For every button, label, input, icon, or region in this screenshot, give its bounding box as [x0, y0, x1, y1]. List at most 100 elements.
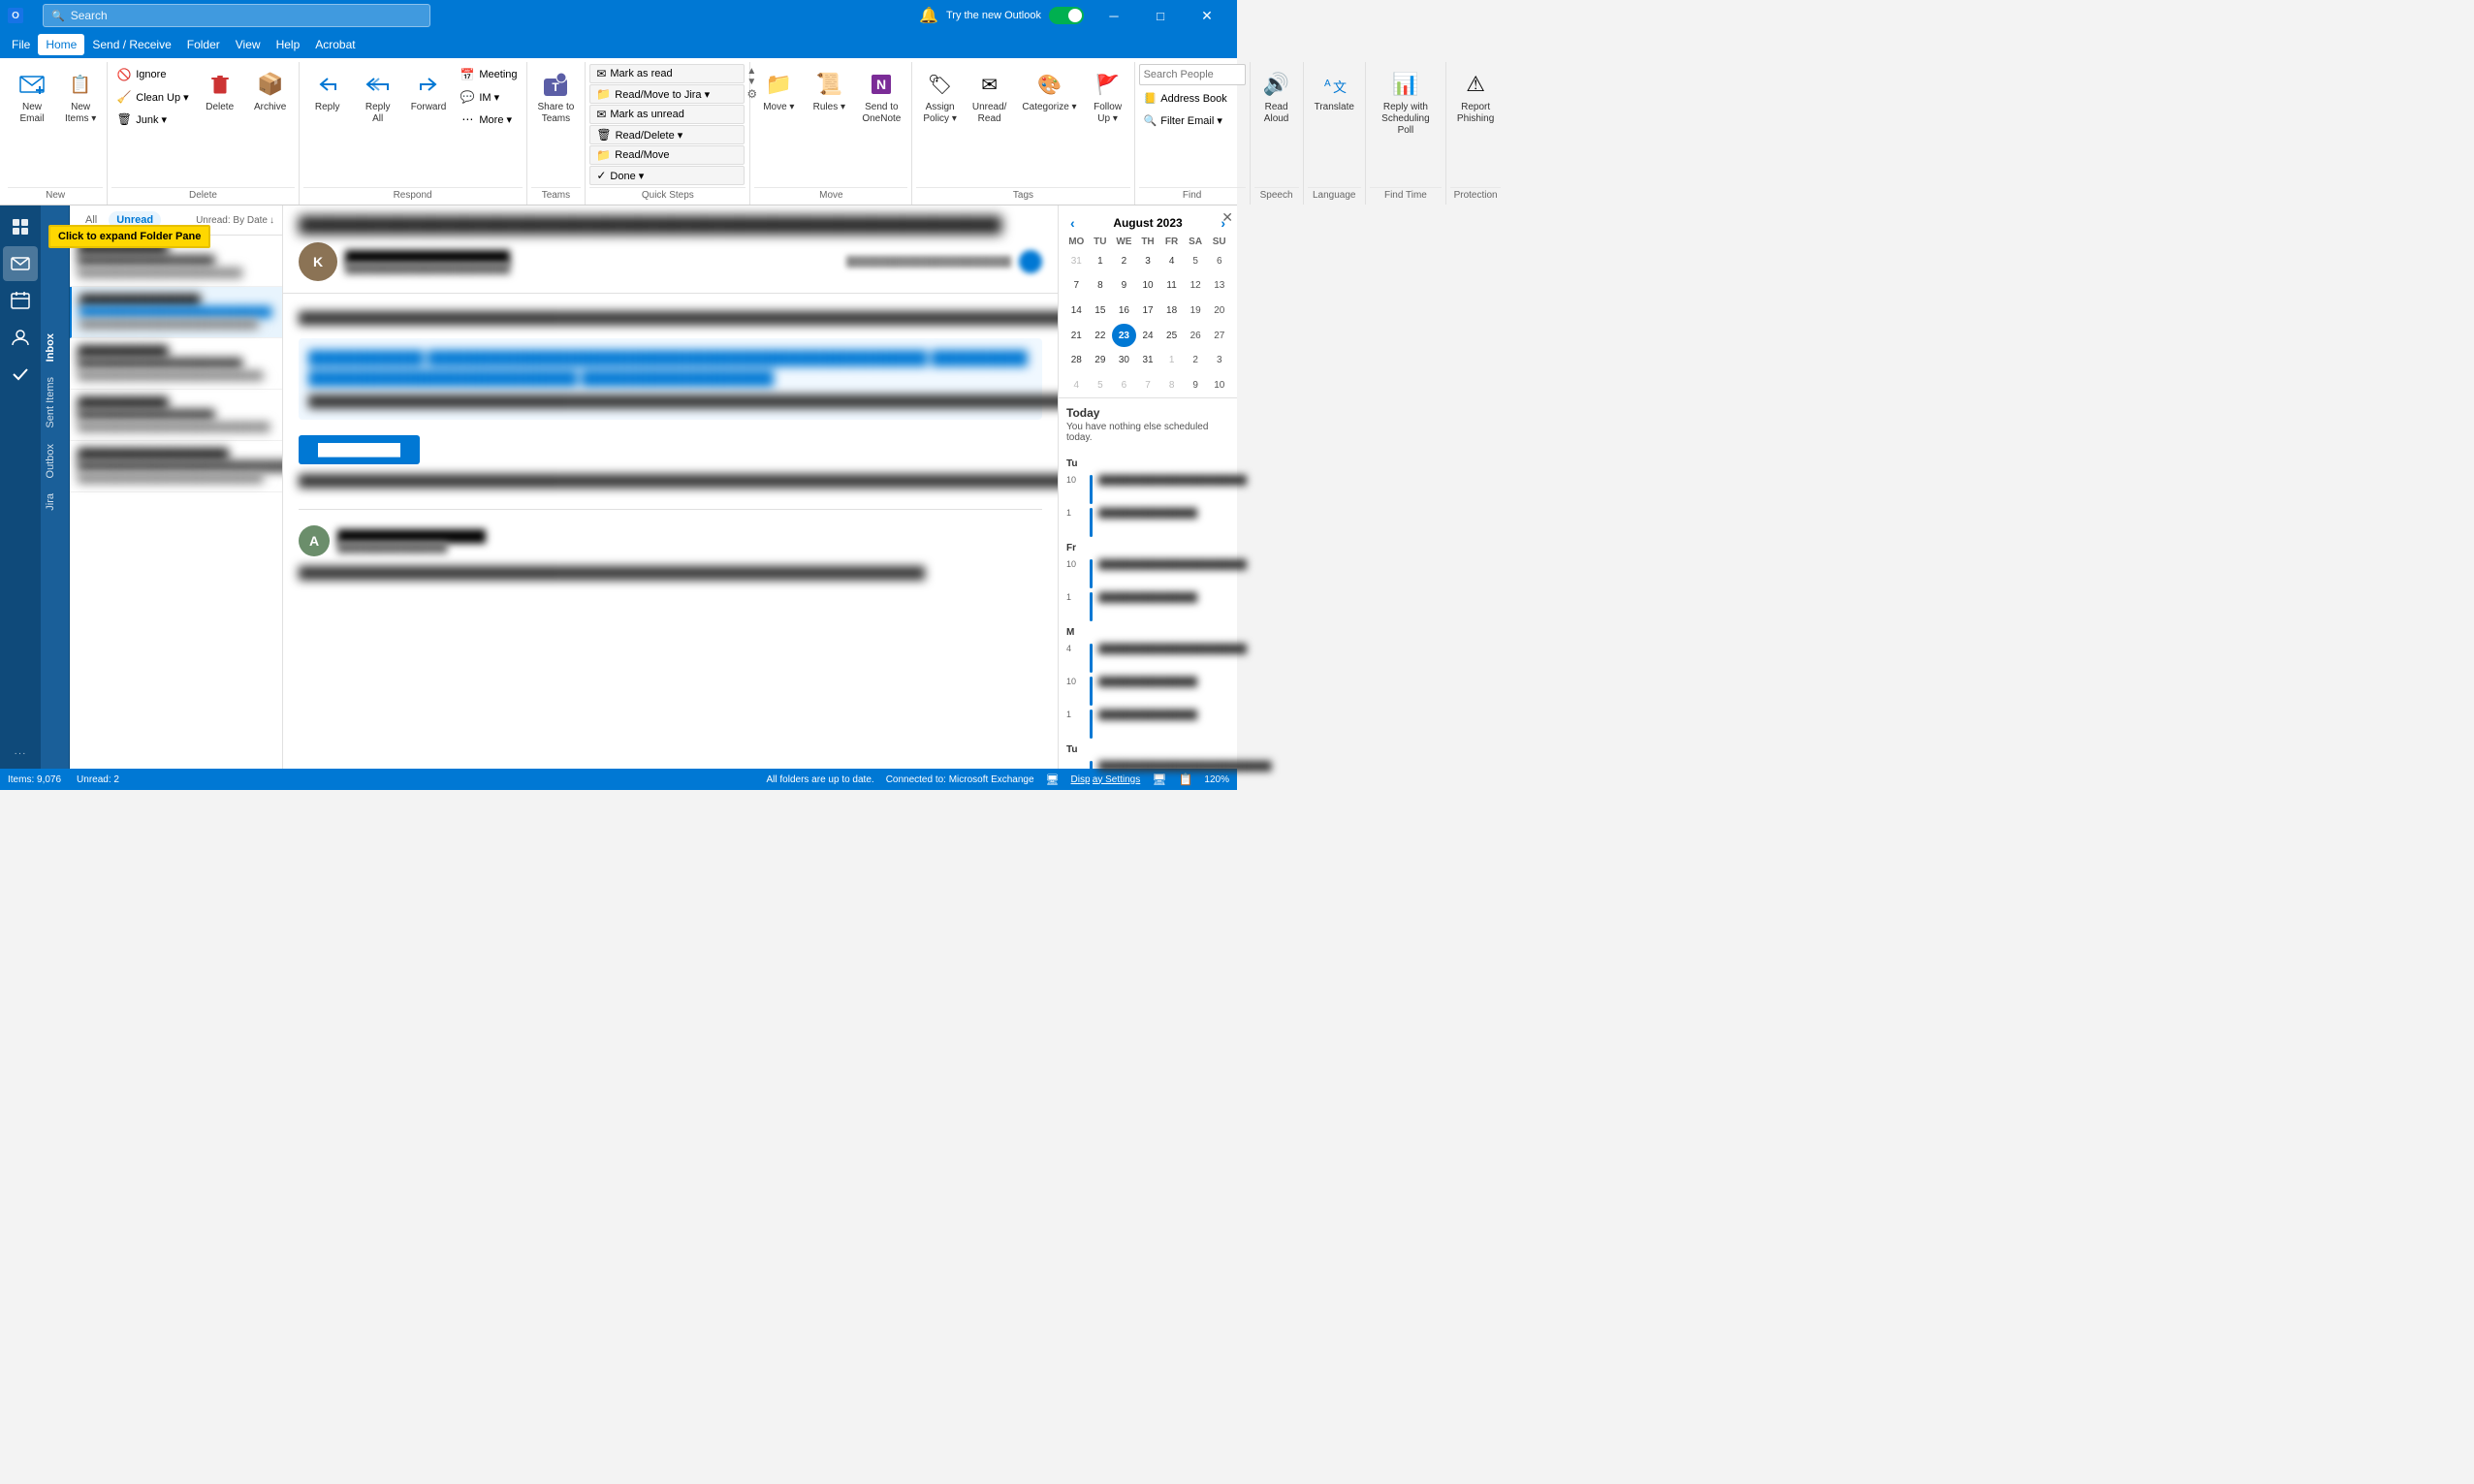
qs-read-move[interactable]: 📁 Read/Move	[589, 145, 745, 165]
cal-day-5[interactable]: 5	[1184, 249, 1208, 273]
reply-all-button[interactable]: ReplyAll	[354, 64, 402, 130]
folder-tab-sent[interactable]: Sent Items	[41, 369, 69, 436]
send-to-onenote-button[interactable]: N Send toOneNote	[855, 64, 907, 130]
address-book-button[interactable]: 📒 Address Book	[1139, 89, 1232, 108]
cal-day-10[interactable]: 10	[1136, 274, 1160, 299]
folder-tab-outbox[interactable]: Outbox	[41, 436, 69, 486]
scheduling-poll-button[interactable]: 📊 Reply withScheduling Poll	[1370, 64, 1442, 142]
cal-day-2[interactable]: 2	[1112, 249, 1136, 273]
cal-day-18[interactable]: 18	[1159, 299, 1184, 323]
cal-day-23-today[interactable]: 23	[1112, 324, 1136, 348]
cal-day-7-next[interactable]: 7	[1136, 373, 1160, 397]
cal-day-27[interactable]: 27	[1207, 324, 1231, 348]
cal-day-15[interactable]: 15	[1089, 299, 1113, 323]
archive-button[interactable]: 📦 Archive	[246, 64, 295, 118]
share-to-teams-button[interactable]: T Share toTeams	[531, 64, 582, 130]
categorize-button[interactable]: 🎨 Categorize ▾	[1015, 64, 1083, 118]
maximize-button[interactable]: □	[1138, 0, 1183, 31]
calendar-close-button[interactable]: ✕	[1221, 209, 1233, 226]
folder-tab-inbox[interactable]: Inbox	[41, 326, 69, 369]
cal-day-8-next[interactable]: 8	[1159, 373, 1184, 397]
menu-folder[interactable]: Folder	[179, 34, 228, 55]
cal-day-14[interactable]: 14	[1064, 299, 1089, 323]
menu-file[interactable]: File	[4, 34, 38, 55]
qs-mark-as-read[interactable]: ✉ Mark as read	[589, 64, 745, 83]
cal-day-31-prev[interactable]: 31	[1064, 249, 1089, 273]
title-search-bar[interactable]: 🔍 Search	[43, 4, 430, 27]
cal-day-8[interactable]: 8	[1089, 274, 1113, 299]
qs-mark-unread[interactable]: ✉ Mark as unread	[589, 105, 745, 124]
nav-outlook-button[interactable]	[3, 209, 38, 244]
cal-day-4-next[interactable]: 4	[1064, 373, 1089, 397]
reply-button[interactable]: Reply	[303, 64, 352, 118]
menu-acrobat[interactable]: Acrobat	[307, 34, 363, 55]
filter-email-button[interactable]: 🔍 Filter Email ▾	[1139, 111, 1227, 130]
folder-tab-jira[interactable]: Jira	[41, 486, 69, 519]
rules-button[interactable]: 📜 Rules ▾	[805, 64, 853, 118]
folder-pane[interactable]: Click to expand Folder Pane Inbox Sent I…	[41, 205, 70, 769]
cal-day-6-next[interactable]: 6	[1112, 373, 1136, 397]
nav-tasks-button[interactable]	[3, 357, 38, 392]
cal-day-1-next[interactable]: 1	[1159, 348, 1184, 372]
qs-done[interactable]: ✓ Done ▾	[589, 166, 745, 185]
cta-button[interactable]: ██████████	[299, 435, 420, 464]
email-item-5[interactable]: ████████████████████ ███████████████████…	[70, 441, 282, 492]
translate-button[interactable]: A文 Translate	[1308, 64, 1361, 118]
new-outlook-toggle[interactable]	[1049, 7, 1084, 24]
cal-day-6[interactable]: 6	[1207, 249, 1231, 273]
cal-day-17[interactable]: 17	[1136, 299, 1160, 323]
cal-day-1[interactable]: 1	[1089, 249, 1113, 273]
cal-day-24[interactable]: 24	[1136, 324, 1160, 348]
cal-day-31[interactable]: 31	[1136, 348, 1160, 372]
cal-day-19[interactable]: 19	[1184, 299, 1208, 323]
cal-day-3[interactable]: 3	[1136, 249, 1160, 273]
cal-day-30[interactable]: 30	[1112, 348, 1136, 372]
cal-day-2-next[interactable]: 2	[1184, 348, 1208, 372]
notification-icon[interactable]: 🔔	[919, 6, 938, 25]
search-people-input[interactable]	[1139, 64, 1246, 85]
cal-day-5-next[interactable]: 5	[1089, 373, 1113, 397]
follow-up-button[interactable]: 🚩 FollowUp ▾	[1086, 64, 1130, 130]
email-item-4[interactable]: ████████████ ████████████████████ ██████…	[70, 390, 282, 441]
expand-folder-pane-tooltip[interactable]: Click to expand Folder Pane	[48, 225, 210, 248]
assign-policy-button[interactable]: 🏷 AssignPolicy ▾	[916, 64, 963, 130]
nav-calendar-button[interactable]	[3, 283, 38, 318]
cal-day-20[interactable]: 20	[1207, 299, 1231, 323]
cal-day-22[interactable]: 22	[1089, 324, 1113, 348]
email-item-3[interactable]: ████████████ ████████████████████████ ██…	[70, 338, 282, 390]
cal-day-4[interactable]: 4	[1159, 249, 1184, 273]
nav-mail-button[interactable]	[3, 246, 38, 281]
cal-day-9[interactable]: 9	[1112, 274, 1136, 299]
unread-read-button[interactable]: ✉ Unread/Read	[966, 64, 1014, 130]
cal-day-12[interactable]: 12	[1184, 274, 1208, 299]
close-button[interactable]: ✕	[1185, 0, 1229, 31]
report-phishing-button[interactable]: ⚠ ReportPhishing	[1450, 64, 1501, 130]
delete-button[interactable]: Delete	[196, 64, 244, 118]
cal-day-9-next[interactable]: 9	[1184, 373, 1208, 397]
ignore-button[interactable]: 🚫 Ignore	[111, 64, 193, 85]
qs-read-delete[interactable]: 🗑 Read/Delete ▾	[589, 125, 745, 144]
email-item-2[interactable]: ████████████████ ███████████████████████…	[70, 287, 282, 338]
cal-day-21[interactable]: 21	[1064, 324, 1089, 348]
cleanup-button[interactable]: 🧹 Clean Up ▾	[111, 86, 193, 108]
cal-day-3-next[interactable]: 3	[1207, 348, 1231, 372]
move-button[interactable]: 📁 Move ▾	[754, 64, 803, 118]
reading-pane-body[interactable]: ████████████████████████████████████████…	[283, 294, 1058, 769]
cal-day-11[interactable]: 11	[1159, 274, 1184, 299]
qs-read-move-jira[interactable]: 📁 Read/Move to Jira ▾	[589, 84, 745, 104]
meeting-button[interactable]: 📅 Meeting	[455, 64, 522, 85]
new-items-button[interactable]: 📋 NewItems ▾	[58, 64, 103, 130]
im-button[interactable]: 💬 IM ▾	[455, 86, 522, 108]
cal-day-10-next[interactable]: 10	[1207, 373, 1231, 397]
cal-day-13[interactable]: 13	[1207, 274, 1231, 299]
cal-day-29[interactable]: 29	[1089, 348, 1113, 372]
menu-help[interactable]: Help	[269, 34, 308, 55]
more-respond-button[interactable]: ⋯ More ▾	[455, 109, 522, 130]
menu-view[interactable]: View	[228, 34, 269, 55]
sort-filter[interactable]: Unread: By Date ↓	[196, 215, 274, 226]
cal-day-7[interactable]: 7	[1064, 274, 1089, 299]
forward-button[interactable]: Forward	[404, 64, 454, 118]
read-aloud-button[interactable]: 🔊 ReadAloud	[1254, 64, 1299, 130]
cal-prev-button[interactable]: ‹	[1066, 213, 1079, 233]
cal-day-28[interactable]: 28	[1064, 348, 1089, 372]
